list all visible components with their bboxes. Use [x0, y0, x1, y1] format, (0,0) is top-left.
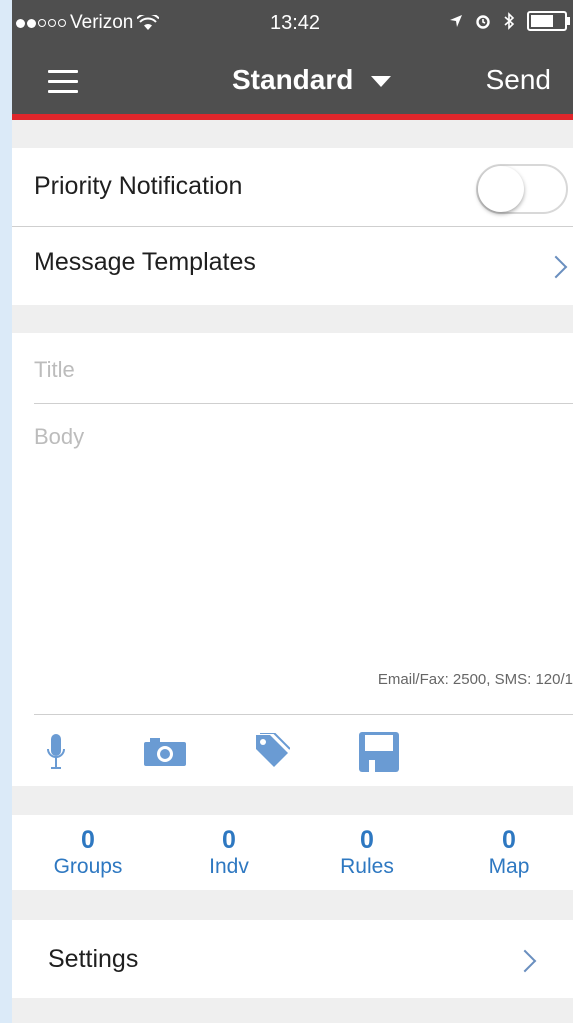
status-time: 13:42	[270, 12, 321, 34]
chevron-right-icon	[544, 255, 568, 279]
priority-notification-label: Priority Notification	[34, 172, 243, 200]
groups-count[interactable]: 0 Groups	[38, 827, 138, 879]
body-input[interactable]: Body	[12, 404, 573, 704]
chevron-right-icon	[513, 949, 537, 973]
tag-icon[interactable]	[254, 733, 290, 769]
battery-icon	[527, 11, 570, 31]
carrier-name: Verizon	[70, 12, 134, 33]
status-icons	[449, 11, 570, 31]
groups-count-value: 0	[81, 826, 95, 854]
message-templates-label: Message Templates	[34, 248, 256, 276]
title-input[interactable]: Title	[12, 333, 573, 403]
bluetooth-icon	[504, 12, 515, 30]
divider	[34, 714, 573, 715]
map-count-value: 0	[502, 826, 516, 854]
nav-title: Standard	[232, 64, 354, 95]
save-icon[interactable]	[359, 732, 399, 772]
rules-count-label: Rules	[340, 855, 394, 878]
carrier-info: Verizon	[16, 12, 160, 34]
settings-row[interactable]: Settings	[12, 920, 573, 998]
top-bar: Verizon 13:42 Standard Send	[12, 0, 573, 118]
app-screen: Verizon 13:42 Standard Send Priority Not…	[12, 0, 573, 1023]
alarm-icon	[476, 15, 490, 29]
signal-icon	[16, 18, 66, 28]
compose-card: Title Body Email/Fax: 2500, SMS: 120/1	[12, 333, 573, 786]
settings-label: Settings	[48, 945, 139, 973]
microphone-icon[interactable]	[46, 734, 66, 770]
hamburger-menu-icon[interactable]	[48, 70, 78, 93]
location-arrow-icon	[450, 15, 462, 27]
send-button[interactable]: Send	[486, 64, 551, 96]
priority-notification-toggle[interactable]	[476, 164, 568, 214]
character-limit-text: Email/Fax: 2500, SMS: 120/1	[377, 671, 573, 688]
individuals-count[interactable]: 0 Indv	[179, 827, 279, 879]
rules-count-value: 0	[360, 826, 374, 854]
individuals-count-label: Indv	[209, 855, 249, 878]
wifi-icon	[137, 15, 160, 30]
nav-accent-stripe	[12, 114, 573, 120]
nav-bar: Standard Send	[12, 48, 573, 114]
message-templates-row[interactable]: Message Templates	[12, 227, 573, 305]
recipient-counts: 0 Groups 0 Indv 0 Rules 0 Map	[12, 815, 573, 890]
map-count-label: Map	[488, 855, 530, 878]
priority-notification-row: Priority Notification	[12, 148, 573, 226]
status-bar: Verizon 13:42	[12, 8, 573, 40]
individuals-count-value: 0	[222, 826, 236, 854]
rules-count[interactable]: 0 Rules	[317, 827, 417, 879]
chevron-down-icon	[371, 75, 392, 87]
body-placeholder: Body	[34, 424, 85, 449]
map-count[interactable]: 0 Map	[459, 827, 559, 879]
groups-count-label: Groups	[53, 855, 123, 878]
title-placeholder: Title	[34, 357, 75, 382]
message-type-dropdown[interactable]: Standard	[232, 64, 392, 96]
background-frame	[0, 0, 12, 1023]
camera-icon[interactable]	[144, 738, 186, 766]
